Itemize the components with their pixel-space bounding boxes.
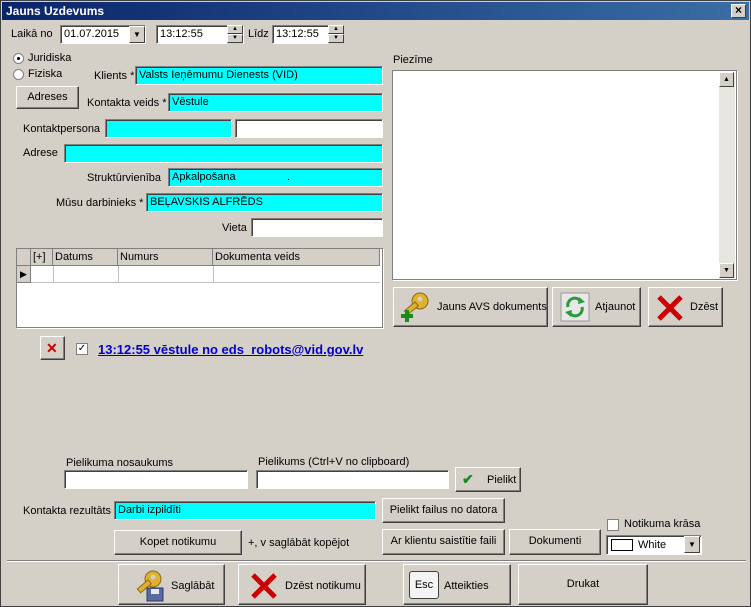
remove-x-icon: ✕ — [46, 340, 58, 356]
scroll-up-icon[interactable]: ▲ — [719, 72, 734, 87]
attach-files-button[interactable]: Pielikt failus no datora — [382, 498, 505, 523]
result-input[interactable]: Darbi izpildīti — [114, 501, 376, 520]
esc-key-icon: Esc — [409, 571, 439, 599]
radio-physical-label: Fiziska — [28, 68, 63, 80]
attachment-name-input[interactable] — [64, 470, 248, 489]
grid-cell-sep — [53, 266, 54, 282]
note-textarea[interactable]: ▲ ▼ — [392, 70, 737, 280]
grid-col-number[interactable]: Numurs — [118, 249, 213, 266]
scroll-down-icon[interactable]: ▼ — [719, 263, 734, 278]
refresh-button[interactable]: Atjaunot — [552, 287, 641, 327]
from-label: Laikā no — [11, 28, 53, 40]
contact-person-input[interactable] — [105, 119, 232, 138]
color-swatch — [611, 539, 633, 551]
radio-juridical-label: Juridiska — [28, 52, 72, 64]
event-color-label: Notikuma krāsa — [624, 518, 701, 530]
date-dropdown-icon[interactable]: ▼ — [129, 26, 145, 43]
radio-juridical[interactable] — [13, 53, 24, 64]
structural-unit-input[interactable]: Apkalpošana . — [168, 168, 383, 187]
contact-person-extra-input[interactable] — [235, 119, 383, 138]
attach-label: Pielikt — [487, 474, 517, 486]
key-save-icon — [136, 570, 164, 602]
color-dropdown-icon[interactable]: ▼ — [684, 536, 700, 553]
attachment-checkbox[interactable]: ✓ — [76, 343, 88, 355]
close-button[interactable]: × — [731, 4, 746, 18]
spin-up-icon[interactable]: ▲ — [227, 25, 243, 34]
task-window: Jauns Uzdevums × Laikā no 01.07.2015 ▼ 1… — [0, 0, 751, 607]
spin-down-icon[interactable]: ▼ — [328, 34, 344, 43]
key-add-icon — [401, 292, 429, 322]
remove-attachment-button[interactable]: ✕ — [40, 336, 65, 360]
place-input[interactable] — [251, 218, 383, 237]
new-avs-document-label: Jauns AVS dokuments — [437, 301, 547, 313]
clipboard-input[interactable] — [256, 470, 449, 489]
new-avs-document-button[interactable]: Jauns AVS dokuments — [393, 287, 548, 327]
structural-unit-dots: . — [287, 171, 291, 183]
note-scrollbar[interactable]: ▲ ▼ — [719, 72, 735, 278]
event-color-value: White — [638, 539, 667, 551]
client-files-button[interactable]: Ar klientu saistītie faili — [382, 529, 505, 555]
result-label: Kontakta rezultāts — [23, 505, 112, 517]
contact-type-input[interactable]: Vēstule — [168, 93, 383, 112]
client-input[interactable]: Valsts Ieņēmumu Dienests (VID) — [135, 66, 383, 85]
to-label: Līdz — [248, 28, 269, 40]
delete-event-button[interactable]: Dzēst notikumu — [238, 564, 366, 605]
time-from-spinner[interactable]: ▲ ▼ — [227, 25, 243, 44]
address-label: Adrese — [23, 147, 58, 159]
window-title: Jauns Uzdevums — [6, 4, 105, 18]
event-color-checkbox[interactable] — [607, 519, 619, 531]
delete-doc-label: Dzēst — [690, 301, 719, 313]
refresh-label: Atjaunot — [595, 301, 636, 313]
spin-up-icon[interactable]: ▲ — [328, 25, 344, 34]
our-employee-input[interactable]: BEĻAVSKIS ALFRĒDS — [146, 193, 383, 212]
grid-col-doc-type[interactable]: Dokumenta veids — [213, 249, 380, 266]
time-to-spinner[interactable]: ▲ ▼ — [328, 25, 344, 44]
contact-type-label: Kontakta veids * — [87, 97, 167, 109]
attachment-name-label: Pielikuma nosaukums — [66, 457, 173, 469]
client-label: Klients * — [94, 70, 135, 82]
delete-x-icon — [657, 295, 683, 321]
documents-button[interactable]: Dokumenti — [509, 529, 601, 555]
radio-physical[interactable] — [13, 69, 24, 80]
grid-corner — [17, 249, 31, 266]
save-button[interactable]: Saglābāt — [118, 564, 225, 605]
print-button[interactable]: Drukat — [518, 564, 648, 605]
addresses-button[interactable]: Adreses — [16, 86, 79, 109]
grid-row-marker[interactable]: ▶ — [17, 266, 31, 283]
check-icon: ✔ — [462, 471, 474, 487]
contact-person-label: Kontaktpersona — [23, 123, 101, 135]
grid-row[interactable] — [31, 266, 380, 283]
footer-divider — [7, 560, 746, 562]
delete-doc-button[interactable]: Dzēst — [648, 287, 723, 327]
copy-hint: +, v saglābāt kopējot — [248, 537, 350, 549]
delete-event-label: Dzēst notikumu — [285, 580, 361, 592]
event-color-select[interactable]: White ▼ — [606, 535, 702, 555]
grid-col-expand[interactable]: [+] — [31, 249, 53, 266]
attachment-link[interactable]: 13:12:55 vēstule no eds_robots@vid.gov.l… — [98, 342, 363, 357]
grid-cell-sep — [213, 266, 214, 282]
clipboard-label: Pielikums (Ctrl+V no clipboard) — [258, 456, 410, 468]
structural-unit-label: Struktūrvienība — [87, 172, 161, 184]
cancel-label: Atteikties — [444, 580, 489, 592]
structural-unit-value: Apkalpošana — [172, 171, 236, 183]
documents-grid[interactable]: [+] Datums Numurs Dokumenta veids ▶ — [16, 248, 383, 328]
title-bar: Jauns Uzdevums × — [2, 2, 749, 20]
refresh-icon — [560, 292, 590, 322]
cancel-button[interactable]: Esc Atteikties — [403, 564, 511, 605]
save-label: Saglābāt — [171, 580, 215, 592]
our-employee-label: Mūsu darbinieks * — [56, 197, 144, 209]
grid-col-date[interactable]: Datums — [53, 249, 118, 266]
spin-down-icon[interactable]: ▼ — [227, 34, 243, 43]
delete-x-icon — [251, 573, 277, 599]
attach-button[interactable]: ✔ Pielikt — [455, 467, 521, 492]
grid-cell-sep — [118, 266, 119, 282]
copy-event-button[interactable]: Kopet notikumu — [114, 530, 242, 555]
address-input[interactable] — [64, 144, 383, 163]
note-label: Piezīme — [393, 54, 433, 66]
place-label: Vieta — [222, 222, 247, 234]
